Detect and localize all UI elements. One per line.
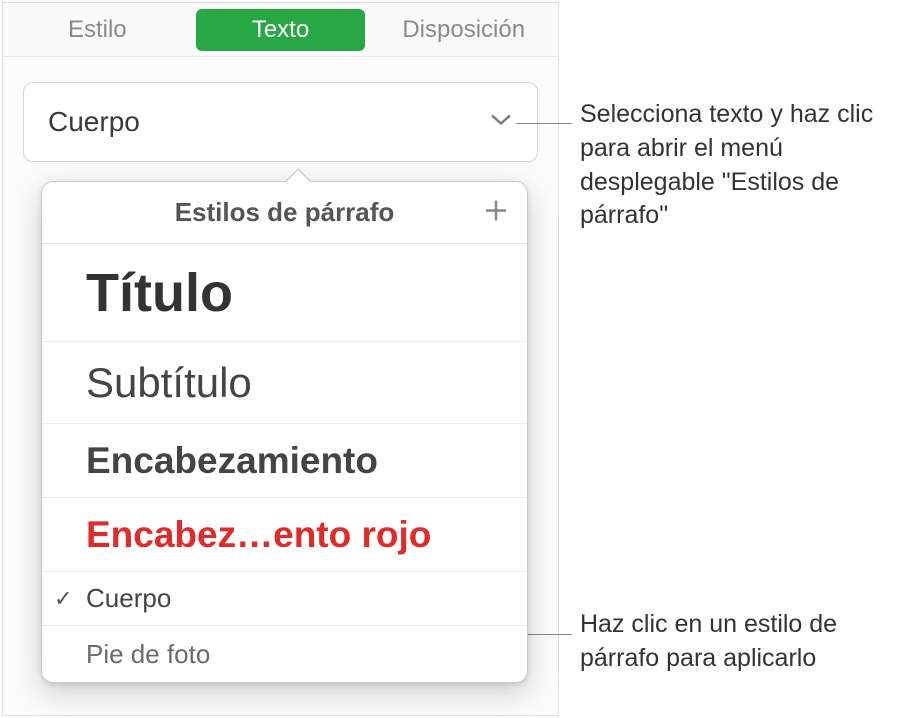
style-label: Cuerpo <box>86 583 171 614</box>
style-option-cuerpo[interactable]: ✓ Cuerpo <box>42 572 527 626</box>
style-label: Subtítulo <box>86 359 252 407</box>
popover-title: Estilos de párrafo <box>175 197 395 228</box>
style-option-encabezamiento-rojo[interactable]: Encabez…ento rojo <box>42 498 527 572</box>
style-option-encabezamiento[interactable]: Encabezamiento <box>42 424 527 498</box>
paragraph-style-current: Cuerpo <box>48 106 140 138</box>
style-option-pie-de-foto[interactable]: Pie de foto <box>42 626 527 682</box>
popover-header: Estilos de párrafo <box>42 182 527 244</box>
format-panel: Estilo Texto Disposición Cuerpo Estilos … <box>2 2 559 716</box>
callout-text-1: Selecciona texto y haz clic para abrir e… <box>580 98 910 233</box>
chevron-down-icon <box>489 113 513 132</box>
tab-text[interactable]: Texto <box>196 9 366 51</box>
paragraph-styles-popover: Estilos de párrafo Título Subtítulo Enca… <box>41 181 528 683</box>
style-label: Encabezamiento <box>86 440 378 482</box>
tab-style[interactable]: Estilo <box>3 3 192 56</box>
style-option-subtitulo[interactable]: Subtítulo <box>42 342 527 424</box>
callout-leader-line <box>516 123 572 124</box>
style-label: Título <box>86 262 233 324</box>
style-label: Pie de foto <box>86 639 210 670</box>
tab-layout[interactable]: Disposición <box>369 3 558 56</box>
style-label: Encabez…ento rojo <box>86 514 431 556</box>
plus-icon[interactable] <box>483 197 509 228</box>
format-tabs: Estilo Texto Disposición <box>3 3 558 57</box>
callout-leader-line <box>528 634 572 635</box>
style-option-titulo[interactable]: Título <box>42 244 527 342</box>
callout-text-2: Haz clic en un estilo de párrafo para ap… <box>580 608 910 676</box>
paragraph-style-selector[interactable]: Cuerpo <box>23 82 538 162</box>
check-icon: ✓ <box>54 586 72 612</box>
